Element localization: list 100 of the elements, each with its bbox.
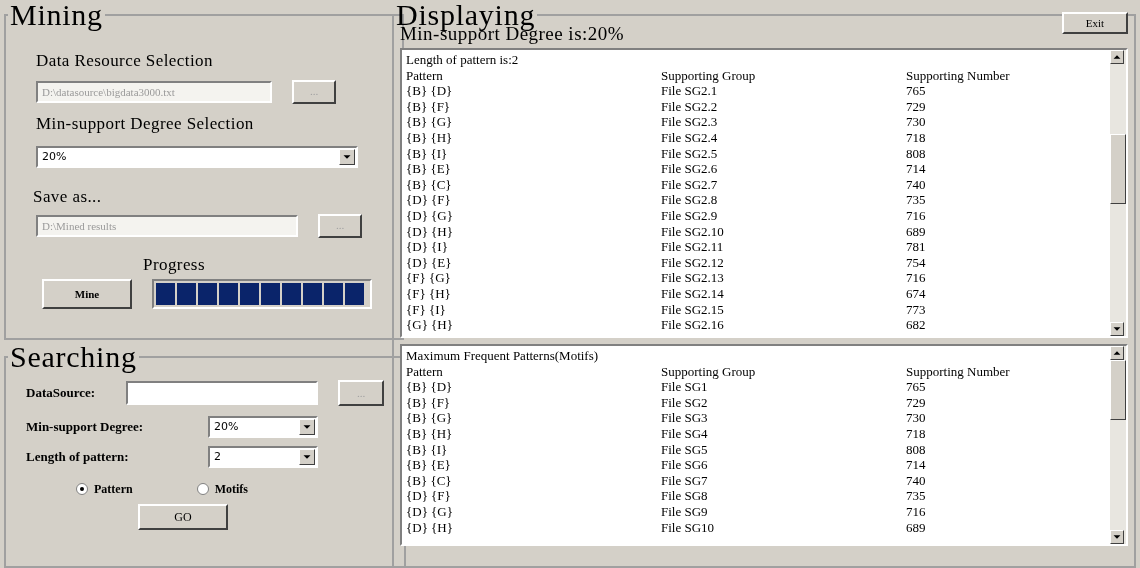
table-cell: 729 — [906, 98, 926, 115]
table-cell: 754 — [906, 254, 926, 271]
field-label: DataSource: — [26, 384, 97, 403]
support-select[interactable]: 20% — [208, 416, 318, 438]
group-title: Mining — [9, 0, 104, 30]
exit-button[interactable]: Exit — [1062, 12, 1128, 34]
scroll-down-icon[interactable] — [1110, 322, 1124, 336]
table-cell: 714 — [906, 457, 926, 473]
table-cell-text: {B} {F} — [406, 394, 452, 411]
support-select[interactable]: 20% — [36, 146, 358, 168]
table-cell-text: File SG2.11 — [661, 239, 725, 255]
table-cell-text: File SG2.1 — [661, 83, 719, 99]
scroll-up-icon[interactable] — [1110, 346, 1124, 360]
table-cell-text: {B} {E} — [406, 457, 452, 473]
radio-option[interactable]: Motifs — [196, 480, 248, 498]
table-cell-text: {B} {I} — [406, 441, 449, 458]
column-header: Pattern — [406, 363, 444, 380]
list-heading: Length of pattern is:2 — [406, 52, 520, 68]
table-cell: 781 — [906, 239, 926, 255]
table-cell-text: File SG3 — [661, 410, 709, 426]
table-cell-text: File SG2.5 — [661, 145, 719, 162]
field-label: Length of pattern: — [26, 448, 130, 467]
table-cell-text: File SG2.2 — [661, 98, 719, 115]
table-cell: 689 — [906, 223, 926, 240]
table-cell: 718 — [906, 129, 926, 146]
table-cell: 735 — [906, 192, 926, 208]
scroll-up-icon[interactable] — [1110, 50, 1124, 64]
table-cell: 730 — [906, 114, 926, 130]
radio-option[interactable]: Pattern — [76, 480, 133, 498]
table-cell: 765 — [906, 83, 926, 99]
column-header: Pattern — [406, 67, 444, 84]
table-cell-text: {B} {H} — [406, 129, 454, 146]
table-cell: 735 — [906, 488, 926, 504]
table-cell-text: File SG2.7 — [661, 176, 719, 193]
table-cell-text: {B} {F} — [406, 98, 452, 115]
table-cell-text: {B} {C} — [406, 176, 453, 193]
table-cell: 729 — [906, 394, 926, 411]
table-cell: 716 — [906, 270, 926, 286]
scroll-thumb[interactable] — [1110, 134, 1126, 204]
table-cell-text: {B} {G} — [406, 410, 454, 426]
table-cell-text: File SG2.14 — [661, 285, 725, 302]
table-cell-text: File SG2.9 — [661, 207, 719, 224]
mine-button[interactable]: Mine — [42, 279, 132, 309]
table-cell: 740 — [906, 176, 926, 193]
table-cell-text: {F} {G} — [406, 270, 452, 286]
table-cell-text: File SG5 — [661, 441, 709, 458]
scroll-down-icon[interactable] — [1110, 530, 1124, 544]
field-label: Save as... — [33, 186, 103, 208]
table-cell-text: {B} {E} — [406, 161, 452, 177]
list-heading: Maximum Frequent Patterns(Motifs) — [406, 348, 600, 364]
table-cell: 682 — [906, 317, 926, 333]
table-cell-text: File SG2.15 — [661, 301, 725, 318]
progress-label: Progress — [143, 253, 206, 276]
table-cell: 773 — [906, 301, 926, 318]
scroll-thumb[interactable] — [1110, 360, 1126, 420]
table-cell-text: {D} {H} — [406, 519, 454, 536]
group-title: Searching — [9, 342, 138, 372]
table-cell-text: File SG7 — [661, 472, 709, 489]
table-cell-text: {D} {E} — [406, 254, 453, 271]
column-header: Supporting Number — [906, 67, 1010, 84]
table-cell-text: {B} {C} — [406, 472, 453, 489]
table-cell-text: File SG2.3 — [661, 114, 719, 130]
table-cell-text: File SG8 — [661, 488, 709, 504]
table-cell-text: File SG10 — [661, 519, 716, 536]
table-cell-text: File SG2.4 — [661, 129, 719, 146]
table-cell: 730 — [906, 410, 926, 426]
table-cell-text: {F} {H} — [406, 285, 452, 302]
table-cell-text: File SG1 — [661, 379, 709, 395]
go-button[interactable]: GO — [138, 504, 228, 530]
table-cell-text: File SG6 — [661, 457, 709, 473]
table-cell-text: {B} {G} — [406, 114, 454, 130]
table-cell-text: {G} {H} — [406, 317, 454, 333]
table-cell-text: {D} {F} — [406, 192, 452, 208]
table-cell: 689 — [906, 519, 926, 536]
table-cell-text: File SG9 — [661, 503, 709, 520]
table-cell-text: {D} {G} — [406, 503, 454, 520]
table-cell-text: File SG2.6 — [661, 161, 719, 177]
table-cell-text: {D} {I} — [406, 239, 449, 255]
scrollbar[interactable] — [1110, 346, 1126, 544]
datasource-field[interactable] — [126, 381, 318, 405]
table-cell-text: File SG2.12 — [661, 254, 725, 271]
table-cell: 765 — [906, 379, 926, 395]
column-header: Supporting Number — [906, 363, 1010, 380]
table-cell-text: File SG2.8 — [661, 192, 719, 208]
table-cell: 716 — [906, 503, 926, 520]
table-cell: 808 — [906, 145, 926, 162]
field-label: Data Resource Selection — [36, 50, 214, 72]
table-cell-text: File SG2.10 — [661, 223, 725, 240]
table-cell-text: File SG2 — [661, 394, 709, 411]
length-select[interactable]: 2 — [208, 446, 318, 468]
table-cell-text: {D} {G} — [406, 207, 454, 224]
table-cell: 718 — [906, 425, 926, 442]
table-cell-text: File SG4 — [661, 425, 709, 442]
table-cell-text: {D} {F} — [406, 488, 452, 504]
table-cell-text: {D} {H} — [406, 223, 454, 240]
table-cell-text: {B} {H} — [406, 425, 454, 442]
table-cell: 740 — [906, 472, 926, 489]
scrollbar[interactable] — [1110, 50, 1126, 336]
column-header: Supporting Group — [661, 363, 757, 380]
table-cell-text: {B} {D} — [406, 379, 454, 395]
